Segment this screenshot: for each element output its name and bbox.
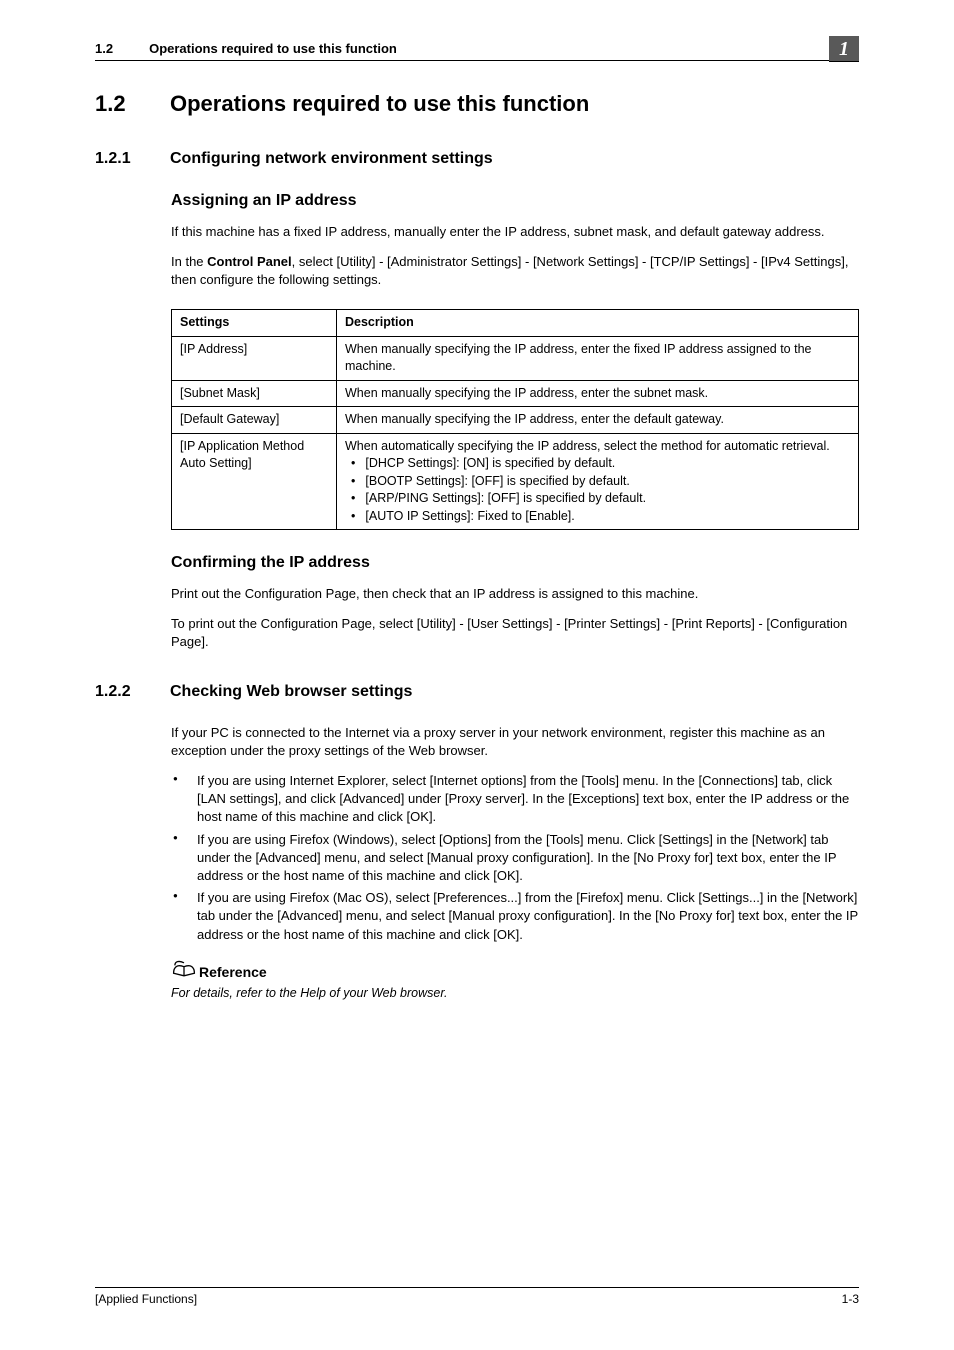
table-cell: When manually specifying the IP address,… xyxy=(337,407,859,434)
heading-1-number: 1.2 xyxy=(95,89,170,120)
heading-2-number: 1.2.1 xyxy=(95,148,170,170)
bullet-list: If you are using Internet Explorer, sele… xyxy=(171,772,859,944)
body-text: Print out the Configuration Page, then c… xyxy=(171,585,859,603)
table-cell: When manually specifying the IP address,… xyxy=(337,336,859,380)
body-text: If your PC is connected to the Internet … xyxy=(171,724,859,760)
body-text: To print out the Configuration Page, sel… xyxy=(171,615,859,651)
heading-3-assigning-ip: Assigning an IP address xyxy=(171,190,859,212)
heading-2-config-network: 1.2.1Configuring network environment set… xyxy=(95,148,859,170)
table-cell: [IP Address] xyxy=(172,336,337,380)
reference-heading: Reference xyxy=(171,958,859,983)
table-header-settings: Settings xyxy=(172,310,337,337)
list-item: If you are using Firefox (Mac OS), selec… xyxy=(171,889,859,944)
book-icon xyxy=(171,958,197,983)
table-cell: When manually specifying the IP address,… xyxy=(337,380,859,407)
heading-2-title: Configuring network environment settings xyxy=(170,150,493,167)
body-text: If this machine has a fixed IP address, … xyxy=(171,223,859,241)
table-cell: When automatically specifying the IP add… xyxy=(337,433,859,530)
heading-2-number: 1.2.2 xyxy=(95,681,170,703)
footer-right: 1-3 xyxy=(842,1291,859,1308)
heading-1: 1.2Operations required to use this funct… xyxy=(95,89,859,120)
page-footer: [Applied Functions] 1-3 xyxy=(95,1287,859,1308)
table-cell: [IP Application Method Auto Setting] xyxy=(172,433,337,530)
table-row: [Subnet Mask] When manually specifying t… xyxy=(172,380,859,407)
table-row: [IP Address] When manually specifying th… xyxy=(172,336,859,380)
footer-left: [Applied Functions] xyxy=(95,1291,197,1308)
list-item: [DHCP Settings]: [ON] is specified by de… xyxy=(345,455,850,473)
reference-text: For details, refer to the Help of your W… xyxy=(171,985,859,1003)
list-item: If you are using Internet Explorer, sele… xyxy=(171,772,859,827)
list-item: [BOOTP Settings]: [OFF] is specified by … xyxy=(345,473,850,491)
header-section-title: Operations required to use this function xyxy=(149,40,397,58)
heading-3-confirming-ip: Confirming the IP address xyxy=(171,552,859,574)
table-cell: [Default Gateway] xyxy=(172,407,337,434)
heading-2-title: Checking Web browser settings xyxy=(170,683,412,700)
header-section-number: 1.2 xyxy=(95,40,113,58)
chapter-badge: 1 xyxy=(829,36,859,61)
body-text: In the Control Panel, select [Utility] -… xyxy=(171,253,859,289)
table-row: [IP Application Method Auto Setting] Whe… xyxy=(172,433,859,530)
heading-1-title: Operations required to use this function xyxy=(170,91,589,116)
running-header: 1.2 Operations required to use this func… xyxy=(95,40,859,61)
table-row: [Default Gateway] When manually specifyi… xyxy=(172,407,859,434)
list-item: [ARP/PING Settings]: [OFF] is specified … xyxy=(345,490,850,508)
list-item: If you are using Firefox (Windows), sele… xyxy=(171,831,859,886)
reference-label: Reference xyxy=(199,963,267,983)
heading-2-check-browser: 1.2.2Checking Web browser settings xyxy=(95,681,859,703)
table-header-description: Description xyxy=(337,310,859,337)
table-cell: [Subnet Mask] xyxy=(172,380,337,407)
list-item: [AUTO IP Settings]: Fixed to [Enable]. xyxy=(345,508,850,526)
cell-bullet-list: [DHCP Settings]: [ON] is specified by de… xyxy=(345,455,850,525)
settings-table: Settings Description [IP Address] When m… xyxy=(171,309,859,530)
